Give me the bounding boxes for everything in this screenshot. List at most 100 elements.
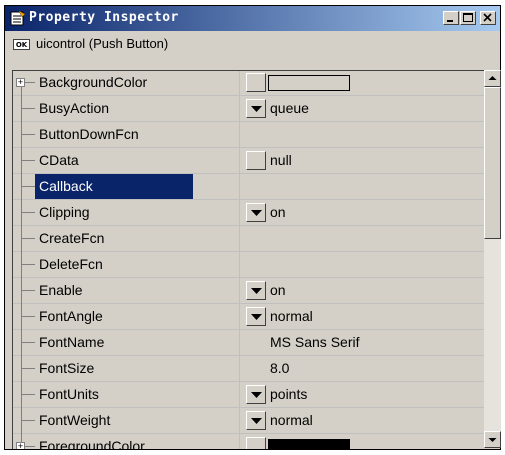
property-name-cell[interactable]: FontName: [13, 330, 240, 356]
property-row[interactable]: ButtonDownFcn: [13, 122, 491, 148]
property-value-cell[interactable]: on: [240, 278, 491, 304]
color-swatch[interactable]: [268, 439, 350, 449]
chevron-down-icon: [251, 210, 262, 216]
chevron-down-icon: [251, 418, 262, 424]
property-value: queue: [270, 100, 309, 116]
property-value-cell[interactable]: queue: [240, 96, 491, 122]
edit-button[interactable]: [246, 437, 266, 449]
chevron-down-icon: [251, 288, 262, 294]
tree-branch: [21, 186, 35, 187]
property-name-cell[interactable]: Clipping: [13, 200, 240, 226]
scroll-up-button[interactable]: [484, 70, 501, 87]
dropdown-button[interactable]: [246, 385, 266, 404]
property-inspector-icon: [10, 10, 26, 26]
property-value: points: [270, 386, 308, 402]
dropdown-button[interactable]: [246, 203, 266, 222]
property-row[interactable]: FontAngle normal: [13, 304, 491, 330]
property-row[interactable]: FontUnits points: [13, 382, 491, 408]
dropdown-button[interactable]: [246, 281, 266, 300]
property-value-cell[interactable]: MS Sans Serif: [240, 330, 491, 356]
property-name: BusyAction: [39, 100, 110, 116]
property-name-cell[interactable]: CData: [13, 148, 240, 174]
push-button-icon: OK: [13, 39, 30, 50]
tree-line: [21, 252, 22, 278]
tree-branch: [21, 342, 35, 343]
close-button[interactable]: [480, 11, 496, 25]
property-row[interactable]: CData null: [13, 148, 491, 174]
property-name-cell[interactable]: FontAngle: [13, 304, 240, 330]
property-value-cell[interactable]: null: [240, 148, 491, 174]
edit-button[interactable]: [246, 151, 266, 170]
expand-plus-icon[interactable]: +: [16, 78, 25, 87]
tree-line: [21, 122, 22, 148]
property-name: Clipping: [39, 204, 90, 220]
minimize-icon: [447, 20, 453, 22]
dropdown-button[interactable]: [246, 307, 266, 326]
property-name: FontAngle: [39, 308, 103, 324]
property-inspector-window: Property Inspector OK uicontrol (Push Bu…: [4, 5, 501, 450]
property-name-cell[interactable]: CreateFcn: [13, 226, 240, 252]
color-swatch[interactable]: [268, 75, 350, 91]
property-value: MS Sans Serif: [270, 334, 360, 350]
close-icon: [483, 13, 492, 22]
expand-plus-icon[interactable]: +: [16, 442, 25, 449]
property-row[interactable]: Enable on: [13, 278, 491, 304]
tree-branch: [21, 238, 35, 239]
property-row[interactable]: CreateFcn: [13, 226, 491, 252]
title-bar[interactable]: Property Inspector: [5, 6, 500, 31]
property-row[interactable]: FontName MS Sans Serif: [13, 330, 491, 356]
property-value-cell[interactable]: normal: [240, 408, 491, 434]
property-grid: + BackgroundColor BusyAction queue ButtonDow…: [12, 70, 491, 449]
property-value-cell[interactable]: [240, 226, 491, 252]
chevron-down-icon: [251, 106, 262, 112]
vertical-scrollbar[interactable]: [484, 70, 501, 448]
scroll-thumb[interactable]: [484, 87, 501, 239]
property-value-cell[interactable]: normal: [240, 304, 491, 330]
property-value-cell[interactable]: 8.0: [240, 356, 491, 382]
tree-line: [21, 382, 22, 408]
property-name-cell[interactable]: FontWeight: [13, 408, 240, 434]
property-name-cell[interactable]: Enable: [13, 278, 240, 304]
tree-branch: [21, 160, 35, 161]
dropdown-button[interactable]: [246, 411, 266, 430]
maximize-button[interactable]: [460, 11, 476, 25]
property-value-cell[interactable]: [240, 71, 491, 96]
property-row[interactable]: FontSize 8.0: [13, 356, 491, 382]
property-value-cell[interactable]: [240, 122, 491, 148]
tree-branch: [21, 134, 35, 135]
property-value-cell[interactable]: [240, 434, 491, 449]
property-name: FontSize: [39, 360, 95, 376]
property-row[interactable]: + BackgroundColor: [13, 71, 491, 96]
property-row[interactable]: + ForegroundColor: [13, 434, 491, 449]
property-name-cell[interactable]: FontSize: [13, 356, 240, 382]
property-name-cell[interactable]: DeleteFcn: [13, 252, 240, 278]
property-name: FontName: [39, 334, 105, 350]
property-name: FontWeight: [39, 412, 111, 428]
property-row[interactable]: FontWeight normal: [13, 408, 491, 434]
property-name: ButtonDownFcn: [39, 126, 139, 142]
property-value: 8.0: [270, 360, 290, 376]
property-row[interactable]: Clipping on: [13, 200, 491, 226]
edit-button[interactable]: [246, 73, 266, 92]
property-value: on: [270, 204, 286, 220]
property-name-cell[interactable]: ButtonDownFcn: [13, 122, 240, 148]
object-info-bar: OK uicontrol (Push Button): [5, 31, 500, 65]
minimize-button[interactable]: [443, 11, 459, 25]
property-value-cell[interactable]: [240, 174, 491, 200]
property-row[interactable]: BusyAction queue: [13, 96, 491, 122]
tree-line: [21, 278, 22, 304]
property-value-cell[interactable]: [240, 252, 491, 278]
property-value-cell[interactable]: on: [240, 200, 491, 226]
property-row[interactable]: DeleteFcn: [13, 252, 491, 278]
object-label: uicontrol (Push Button): [36, 36, 169, 51]
property-row[interactable]: Callback: [13, 174, 491, 200]
property-name: Callback: [35, 174, 193, 199]
property-name-cell[interactable]: BusyAction: [13, 96, 240, 122]
dropdown-button[interactable]: [246, 99, 266, 118]
property-name-cell[interactable]: + BackgroundColor: [13, 71, 240, 96]
scroll-down-button[interactable]: [484, 431, 501, 448]
property-name-cell[interactable]: Callback: [13, 174, 240, 200]
property-value-cell[interactable]: points: [240, 382, 491, 408]
property-name-cell[interactable]: + ForegroundColor: [13, 434, 240, 449]
property-name-cell[interactable]: FontUnits: [13, 382, 240, 408]
